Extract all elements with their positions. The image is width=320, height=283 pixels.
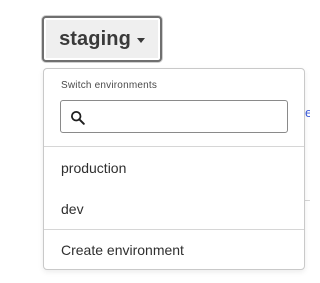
environment-search-field[interactable] — [60, 100, 288, 133]
current-environment-label: staging — [59, 27, 131, 50]
switch-environments-heading: Switch environments — [61, 80, 158, 91]
environment-item-label: dev — [61, 201, 84, 217]
create-environment-label: Create environment — [61, 242, 184, 258]
environment-switcher-button[interactable]: staging — [42, 16, 162, 62]
caret-down-icon — [136, 37, 145, 43]
background-link-fragment[interactable]: e — [305, 105, 310, 118]
search-icon — [70, 110, 85, 125]
environment-switcher-view: e staging Switch environments production… — [0, 0, 310, 283]
create-environment-item[interactable]: Create environment — [44, 233, 304, 267]
background-divider — [305, 200, 310, 201]
environment-item-production[interactable]: production — [44, 151, 304, 185]
dropdown-divider — [44, 146, 304, 147]
dropdown-divider — [44, 229, 304, 230]
environment-item-dev[interactable]: dev — [44, 192, 304, 226]
environment-dropdown: Switch environments production dev Creat… — [43, 68, 305, 270]
environment-item-label: production — [61, 160, 127, 176]
environment-search-input[interactable] — [93, 101, 283, 132]
